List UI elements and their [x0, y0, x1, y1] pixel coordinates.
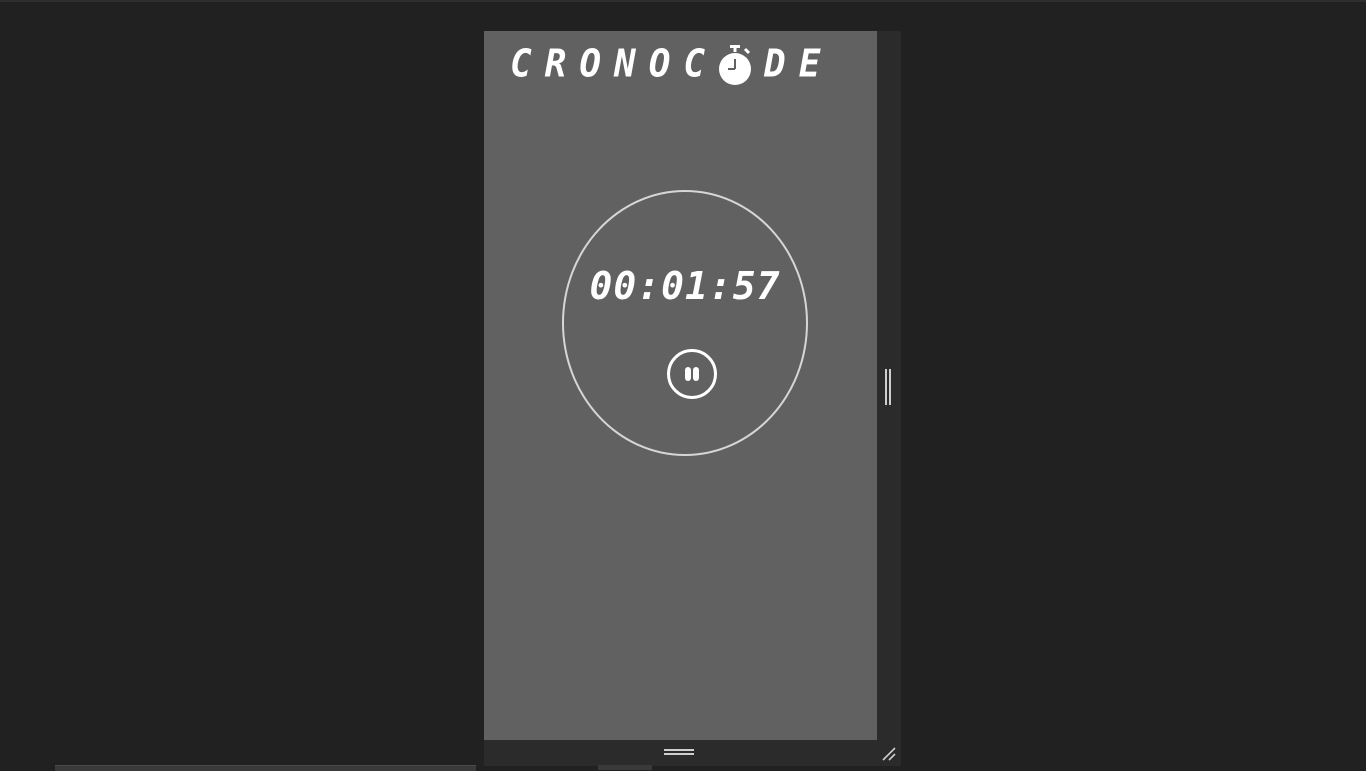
pause-icon — [685, 367, 699, 381]
timer-ring: 00:01:57 — [562, 190, 808, 456]
horizontal-grip-icon — [664, 749, 694, 751]
pause-button[interactable] — [667, 349, 717, 399]
horizontal-scrollbar[interactable] — [55, 765, 476, 771]
browser-content-area: CRONOC DE 00:01:57 — [0, 0, 1366, 771]
height-resize-handle[interactable] — [662, 747, 696, 757]
app-viewport: CRONOC DE 00:01:57 — [484, 31, 877, 740]
logo-text-end: DE — [764, 42, 834, 86]
width-resize-handle[interactable] — [884, 369, 893, 405]
stopwatch-icon — [716, 43, 754, 87]
app-logo: CRONOC DE — [510, 43, 833, 87]
logo-text-start: CRONOC — [510, 42, 719, 86]
diagonal-resize-icon — [882, 747, 896, 761]
responsive-device-frame: CRONOC DE 00:01:57 — [484, 31, 901, 766]
corner-resize-handle[interactable] — [880, 744, 898, 762]
vertical-grip-icon — [885, 369, 887, 405]
timer-display: 00:01:57 — [589, 264, 781, 308]
